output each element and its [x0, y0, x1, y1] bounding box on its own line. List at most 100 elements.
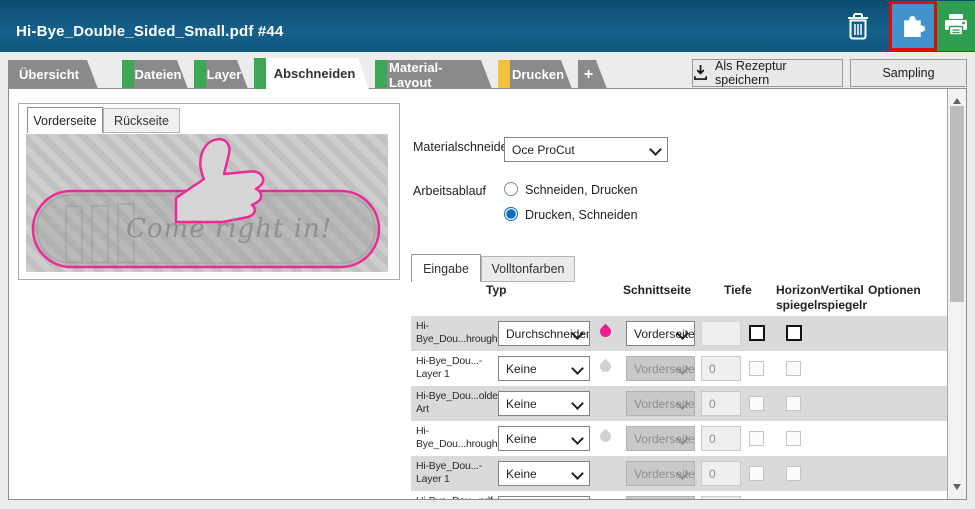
- horizontal-spiegeln-checkbox: [749, 361, 764, 376]
- tab-abschneiden[interactable]: Abschneiden: [254, 58, 369, 89]
- chevron-down-icon: [571, 432, 584, 445]
- sampling-button[interactable]: Sampling: [850, 59, 967, 87]
- layer-name: Hi-Bye_Dou...hroughcut: [416, 425, 500, 453]
- print-button[interactable]: [937, 1, 975, 51]
- scroll-up-arrow-icon[interactable]: [953, 94, 961, 104]
- table-row[interactable]: Hi-Bye_Dou...pdf Keine Vorderseite: [411, 491, 948, 500]
- cut-layers-table: Hi-Bye_Dou...hroughcut Durchschneiden Vo…: [411, 316, 948, 500]
- radio-drucken-schneiden[interactable]: [504, 207, 518, 221]
- preview-caption: Come right in!: [126, 214, 332, 244]
- tiefe-input: [701, 461, 741, 486]
- ink-droplet-icon: [598, 499, 614, 500]
- horizontal-spiegeln-checkbox: [749, 466, 764, 481]
- workflow-label: Arbeitsablauf: [413, 184, 486, 198]
- tab-eingabe[interactable]: Eingabe: [411, 254, 481, 282]
- tab-label: Layer: [207, 67, 242, 82]
- tiefe-input: [701, 426, 741, 451]
- typ-dropdown[interactable]: Keine: [498, 496, 590, 500]
- thumbs-up-cut-shape: [176, 139, 263, 222]
- status-strip: [254, 58, 266, 89]
- window-title: Hi-Bye_Double_Sided_Small.pdf #44: [16, 23, 284, 40]
- tab-dateien[interactable]: Dateien: [122, 60, 188, 89]
- plus-icon: +: [584, 66, 593, 84]
- column-header-optionen: Optionen: [868, 283, 921, 297]
- horizontal-spiegeln-checkbox[interactable]: [749, 325, 765, 341]
- chevron-down-icon: [571, 397, 584, 410]
- ink-droplet-icon: [598, 324, 614, 340]
- tab-label: Abschneiden: [274, 66, 356, 81]
- tab-layer[interactable]: Layer: [194, 60, 248, 89]
- tab-material-layout[interactable]: Material-Layout: [375, 60, 492, 89]
- save-recipe-label: Als Rezeptur speichern: [715, 59, 842, 87]
- table-row[interactable]: Hi-Bye_Dou...-Layer 1 Keine Vorderseite: [411, 456, 948, 491]
- add-tab-button[interactable]: +: [578, 60, 607, 89]
- tiefe-input: [701, 391, 741, 416]
- scrollbar-thumb[interactable]: [950, 106, 964, 302]
- layer-name: Hi-Bye_Dou...hroughcut: [416, 320, 500, 348]
- chevron-down-icon: [649, 143, 662, 156]
- titlebar: Hi-Bye_Double_Sided_Small.pdf #44: [0, 0, 975, 52]
- schnittseite-dropdown: Vorderseite: [626, 426, 695, 451]
- preview-group: Vorderseite Rückseite Come right in!: [18, 103, 400, 280]
- typ-value: Keine: [506, 467, 537, 481]
- table-row[interactable]: Hi-Bye_Dou...hroughcut Durchschneiden Vo…: [411, 316, 948, 351]
- print-cut-job-window: Hi-Bye_Double_Sided_Small.pdf #44: [0, 0, 975, 509]
- column-header-schnittseite: Schnittseite: [623, 283, 691, 297]
- tab-label: Übersicht: [19, 67, 79, 82]
- radio-schneiden-drucken[interactable]: [504, 182, 518, 196]
- typ-dropdown[interactable]: Keine: [498, 426, 590, 451]
- tab-label: Material-Layout: [389, 60, 484, 90]
- layer-name: Hi-Bye_Dou...-Layer 1: [416, 355, 500, 383]
- chevron-down-icon: [571, 362, 584, 375]
- layer-name: Hi-Bye_Dou...-Layer 1: [416, 460, 500, 488]
- ink-droplet-icon: [598, 394, 614, 410]
- tiefe-input[interactable]: [701, 321, 741, 346]
- save-recipe-button[interactable]: Als Rezeptur speichern: [692, 59, 843, 87]
- layer-name: Hi-Bye_Dou...pdf: [416, 495, 500, 500]
- horizontal-spiegeln-checkbox: [749, 431, 764, 446]
- chevron-down-icon: [571, 467, 584, 480]
- ink-droplet-icon: [598, 359, 614, 375]
- tab-drucken[interactable]: Drucken: [498, 60, 572, 89]
- table-row[interactable]: Hi-Bye_Dou...hroughcut Keine Vorderseite: [411, 421, 948, 456]
- ink-droplet-icon: [598, 429, 614, 445]
- schnittseite-dropdown[interactable]: Vorderseite: [626, 321, 695, 346]
- schnittseite-dropdown: Vorderseite: [626, 356, 695, 381]
- tab-volltonfarben[interactable]: Volltonfarben: [481, 256, 575, 282]
- radio-label: Drucken, Schneiden: [525, 208, 638, 222]
- typ-dropdown[interactable]: Durchschneiden: [498, 321, 590, 346]
- typ-value: Keine: [506, 432, 537, 446]
- material-cutter-select[interactable]: Oce ProCut: [504, 137, 668, 162]
- tab-label: Drucken: [512, 67, 564, 82]
- delete-job-button[interactable]: [840, 10, 876, 44]
- tab-uebersicht[interactable]: Übersicht: [8, 60, 98, 89]
- layer-name: Hi-Bye_Dou...olderArt: [416, 390, 500, 418]
- plugin-button-highlighted[interactable]: [889, 1, 937, 51]
- table-row[interactable]: Hi-Bye_Dou...-Layer 1 Keine Vorderseite: [411, 351, 948, 386]
- typ-dropdown[interactable]: Keine: [498, 356, 590, 381]
- material-cutter-value: Oce ProCut: [512, 143, 575, 157]
- vertikal-spiegeln-checkbox[interactable]: [786, 325, 802, 341]
- download-icon: [693, 64, 708, 83]
- tiefe-input: [701, 356, 741, 381]
- job-preview-image: Come right in!: [26, 134, 388, 272]
- trash-icon: [845, 11, 871, 44]
- tab-rueckseite[interactable]: Rückseite: [103, 108, 180, 133]
- vertical-scrollbar[interactable]: [947, 89, 966, 499]
- column-header-typ: Typ: [486, 283, 506, 297]
- ink-droplet-icon: [598, 464, 614, 480]
- tab-vorderseite[interactable]: Vorderseite: [27, 107, 103, 133]
- column-header-vertikal-spiegeln: Vertikal spiegeln: [821, 283, 867, 313]
- status-strip: [375, 60, 387, 89]
- radio-label: Schneiden, Drucken: [525, 183, 638, 197]
- vertikal-spiegeln-checkbox: [786, 431, 801, 446]
- sampling-label: Sampling: [882, 66, 934, 80]
- schnittseite-dropdown: Vorderseite: [626, 461, 695, 486]
- vertikal-spiegeln-checkbox: [786, 466, 801, 481]
- table-row[interactable]: Hi-Bye_Dou...olderArt Keine Vorderseite: [411, 386, 948, 421]
- scroll-down-arrow-icon[interactable]: [953, 484, 961, 494]
- typ-dropdown[interactable]: Keine: [498, 391, 590, 416]
- tiefe-input: [701, 496, 741, 500]
- status-strip: [194, 60, 206, 89]
- typ-dropdown[interactable]: Keine: [498, 461, 590, 486]
